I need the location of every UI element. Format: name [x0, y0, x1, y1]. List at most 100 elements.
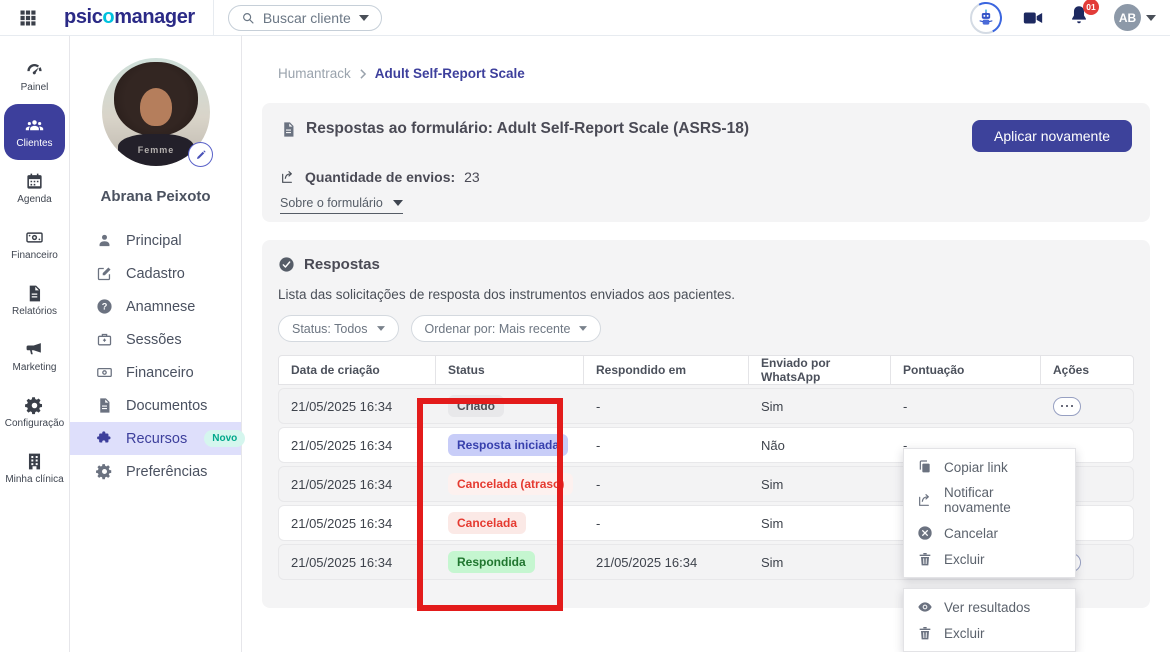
menu-item-label: Copiar link — [944, 459, 1008, 475]
copy-icon — [919, 460, 930, 473]
sidebar-label: Financeiro — [11, 249, 58, 261]
video-call-icon[interactable] — [1022, 7, 1044, 29]
notification-count-badge: 01 — [1083, 0, 1099, 15]
cell-date: 21/05/2025 16:34 — [291, 437, 393, 453]
cell-whatsapp: Sim — [761, 515, 784, 531]
form-card-title: Respostas ao formulário: Adult Self-Repo… — [306, 120, 749, 137]
notifications-button[interactable]: 01 — [1068, 0, 1099, 31]
logo-text: psic — [64, 6, 103, 28]
search-icon — [242, 12, 254, 24]
question-icon: ? — [97, 299, 112, 314]
clients-icon — [25, 119, 44, 130]
chevron-right-icon — [360, 68, 366, 79]
menu-item-cancelar[interactable]: Cancelar — [904, 520, 1075, 546]
gear-icon — [96, 464, 112, 480]
responses-description: Lista das solicitações de resposta dos i… — [278, 287, 736, 302]
table-header: Data de criação Status Respondido em Env… — [278, 355, 1134, 385]
money-icon — [26, 231, 43, 243]
assistant-robot-button[interactable] — [970, 1, 1002, 34]
sidebar-item-marketing[interactable]: Marketing — [4, 328, 65, 384]
menu-item-label: Ver resultados — [944, 599, 1031, 615]
sidebar-item-clientes[interactable]: Clientes — [4, 104, 65, 160]
header-whatsapp: Enviado por WhatsApp — [749, 356, 891, 384]
dashboard-icon — [27, 63, 42, 74]
client-menu-label: Recursos — [126, 430, 188, 447]
menu-item-label: Cancelar — [944, 525, 999, 541]
menu-item-notificar-novamente[interactable]: Notificar novamente — [904, 480, 1075, 520]
client-menu-sessoes[interactable]: Sessões — [70, 323, 241, 356]
shirt-text: Femme — [137, 145, 175, 155]
header-data-criacao: Data de criação — [279, 356, 436, 384]
eye-icon — [918, 602, 932, 612]
sends-value: 23 — [464, 169, 480, 185]
app-grid-icon[interactable] — [18, 8, 38, 28]
client-menu-label: Documentos — [126, 397, 208, 414]
sidebar-item-painel[interactable]: Painel — [4, 48, 65, 104]
cell-responded: - — [596, 437, 601, 453]
user-menu[interactable]: AB — [1114, 4, 1156, 31]
status-badge: Cancelada — [448, 512, 527, 534]
sidebar-label: Painel — [20, 81, 49, 93]
novo-badge: Novo — [204, 430, 246, 447]
cell-date: 21/05/2025 16:34 — [291, 476, 393, 492]
client-menu-anamnese[interactable]: ? Anamnese — [70, 290, 241, 323]
sidebar-item-relatorios[interactable]: Relatórios — [4, 272, 65, 328]
apply-again-button[interactable]: Aplicar novamente — [972, 120, 1132, 152]
breadcrumb-current: Adult Self-Report Scale — [374, 66, 525, 81]
search-placeholder: Buscar cliente — [262, 9, 351, 26]
svg-text:?: ? — [102, 302, 108, 312]
client-menu-principal[interactable]: Principal — [70, 224, 241, 257]
cell-score: - — [903, 398, 908, 414]
logo-o: o — [102, 6, 115, 28]
user-avatar: AB — [1114, 4, 1141, 31]
client-menu-label: Financeiro — [126, 364, 194, 381]
psicomanager-logo[interactable]: psicomanager — [64, 6, 195, 29]
client-menu-label: Cadastro — [126, 265, 185, 282]
client-name: Abrana Peixoto — [100, 188, 211, 205]
status-filter[interactable]: Status: Todos — [278, 315, 399, 342]
sidebar-label: Minha clínica — [5, 473, 64, 485]
cell-responded: - — [596, 398, 601, 414]
sidebar-item-configuracao[interactable]: Configuração — [4, 384, 65, 440]
menu-item-copiar-link[interactable]: Copiar link — [904, 454, 1075, 480]
edit-photo-button[interactable] — [188, 142, 213, 167]
check-circle-icon — [279, 257, 294, 272]
cell-whatsapp: Não — [761, 437, 785, 453]
client-menu-label: Sessões — [126, 331, 182, 348]
sidebar-item-agenda[interactable]: Agenda — [4, 160, 65, 216]
cell-whatsapp: Sim — [761, 398, 784, 414]
money-icon — [97, 367, 112, 378]
sends-icon — [282, 171, 292, 183]
client-menu-preferencias[interactable]: Preferências — [70, 455, 241, 488]
about-form-label: Sobre o formulário — [280, 196, 383, 210]
menu-item-ver-resultados[interactable]: Ver resultados — [904, 594, 1075, 620]
menu-item-label: Notificar novamente — [944, 485, 1011, 515]
row-actions-menu: Copiar link Notificar novamente Cancelar… — [903, 448, 1076, 578]
sidebar-label: Relatórios — [11, 305, 58, 317]
row-actions-button[interactable] — [1053, 396, 1081, 416]
order-filter[interactable]: Ordenar por: Mais recente — [410, 315, 602, 342]
document-icon — [100, 398, 110, 413]
client-menu-recursos[interactable]: Recursos Novo — [70, 422, 246, 455]
client-search[interactable]: Buscar cliente — [227, 4, 382, 31]
sidebar-item-financeiro[interactable]: Financeiro — [4, 216, 65, 272]
client-menu-label: Anamnese — [126, 298, 196, 315]
client-menu-cadastro[interactable]: Cadastro — [70, 257, 241, 290]
client-menu-documentos[interactable]: Documentos — [70, 389, 241, 422]
breadcrumb-parent[interactable]: Humantrack — [278, 66, 351, 81]
trash-icon — [919, 553, 931, 566]
status-filter-label: Status: Todos — [292, 321, 368, 336]
cell-responded: - — [596, 515, 601, 531]
menu-item-excluir[interactable]: Excluir — [904, 546, 1075, 572]
sidebar-item-minha-clinica[interactable]: Minha clínica — [4, 440, 65, 496]
main-sidebar: Painel Clientes Agenda Financeiro Relató… — [0, 36, 70, 652]
calendar-icon — [27, 173, 42, 189]
responses-title: Respostas — [304, 256, 380, 273]
menu-item-excluir[interactable]: Excluir — [904, 620, 1075, 646]
about-form-link[interactable]: Sobre o formulário — [280, 196, 403, 214]
client-menu-financeiro[interactable]: Financeiro — [70, 356, 241, 389]
row-results-menu: Ver resultados Excluir — [903, 588, 1076, 652]
order-filter-label: Ordenar por: Mais recente — [424, 321, 571, 336]
sends-label: Quantidade de envios: — [305, 169, 456, 185]
megaphone-icon — [26, 342, 41, 354]
